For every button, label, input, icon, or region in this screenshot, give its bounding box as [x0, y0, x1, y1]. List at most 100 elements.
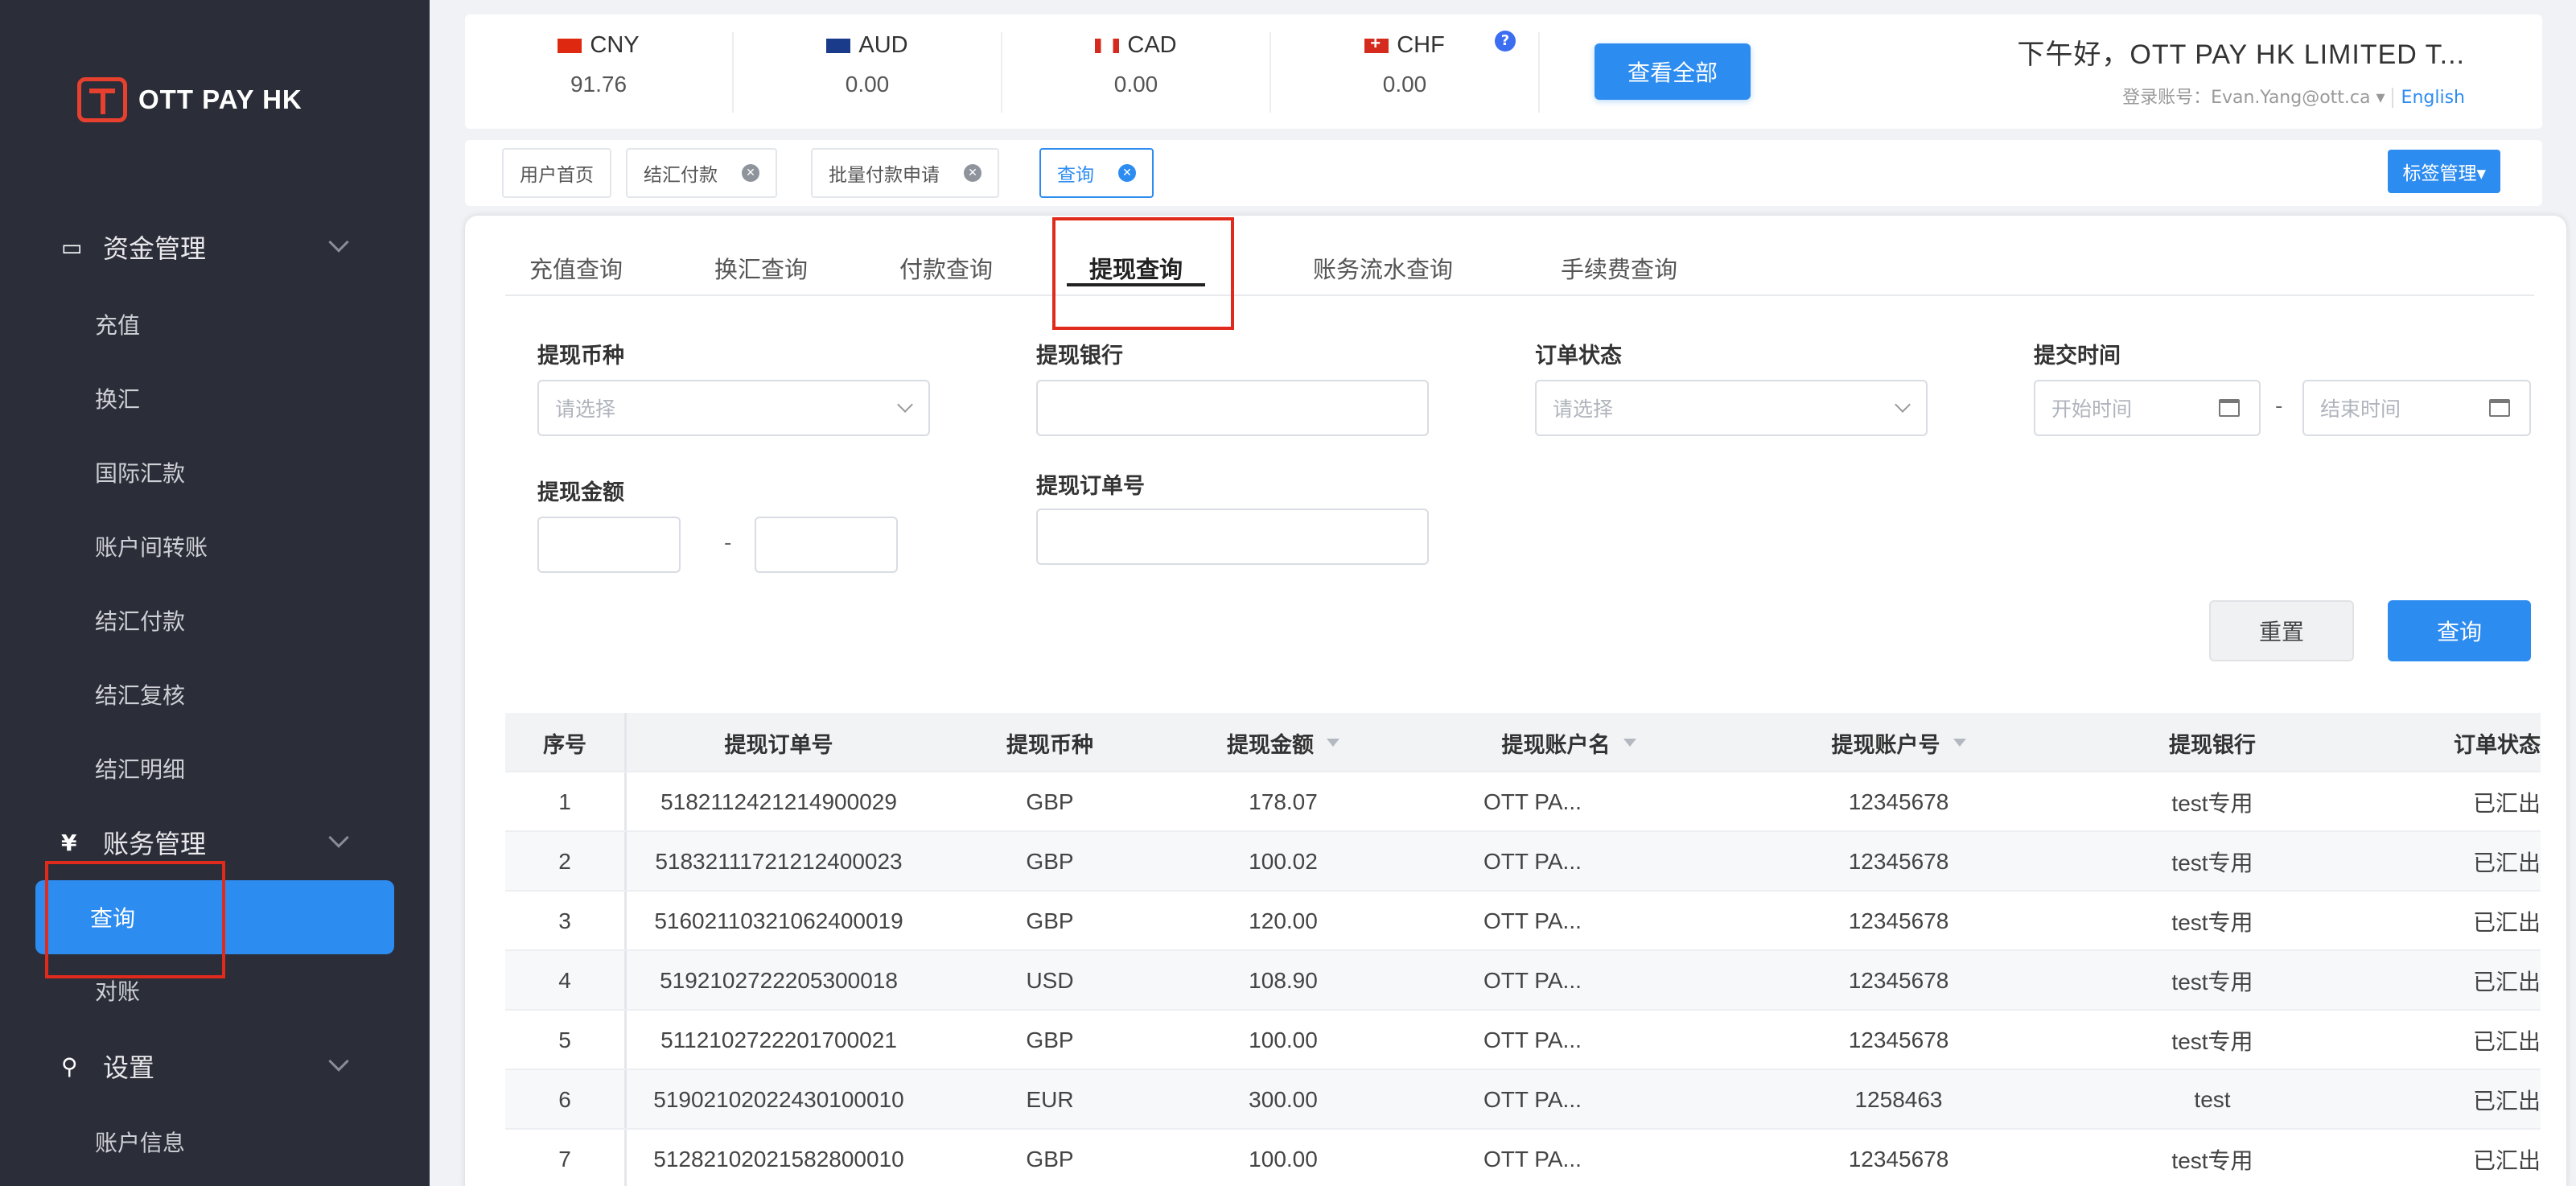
sidebar-item-settlement-payment[interactable]: 结汇付款: [0, 592, 430, 649]
amount-filter-label: 提现金额: [537, 480, 624, 505]
table-row[interactable]: 5 5112102722201700021 GBP 100.00 OTT PA... 12…: [505, 1011, 2541, 1070]
close-icon[interactable]: ✕: [742, 164, 759, 182]
tab-fee-query[interactable]: 手续费查询: [1561, 251, 1677, 285]
close-icon[interactable]: ✕: [964, 164, 981, 182]
cell-bank: test专用: [2171, 970, 2253, 995]
col-header-account-no[interactable]: 提现账户号: [1738, 713, 2060, 772]
amount-min-input[interactable]: [537, 517, 681, 573]
view-all-button[interactable]: 查看全部: [1595, 43, 1751, 100]
cell-status: 已汇出: [2472, 791, 2541, 816]
highlight-annotation: [1052, 217, 1234, 330]
nav-group-funds[interactable]: ▭ 资金管理: [0, 219, 430, 275]
sidebar-item-account-info[interactable]: 账户信息: [0, 1114, 430, 1170]
close-icon[interactable]: ✕: [1118, 164, 1136, 182]
submit-time-label: 提交时间: [2034, 344, 2121, 369]
cell-order-no: 5182112421214900029: [660, 789, 897, 814]
switzerland-flag-icon: [1364, 33, 1389, 54]
bank-input[interactable]: [1036, 380, 1429, 436]
cell-amount: 108.90: [1249, 968, 1318, 993]
filter-icon[interactable]: [1623, 739, 1636, 747]
tab-recharge-query[interactable]: 充值查询: [529, 251, 623, 285]
nav-group-settings[interactable]: ⚲ 设置: [0, 1038, 430, 1094]
cell-status: 已汇出: [2472, 1029, 2541, 1054]
table-row[interactable]: 7 51282102021582800010 GBP 100.00 OTT PA... 1…: [505, 1130, 2541, 1186]
cell-currency: USD: [1026, 968, 1074, 993]
col-header-amount[interactable]: 提现金额: [1167, 713, 1400, 772]
table-row[interactable]: 2 51832111721212400023 GBP 100.02 OTT PA... 1…: [505, 832, 2541, 892]
canada-flag-icon: [1095, 38, 1120, 53]
cell-account-name: OTT PA...: [1483, 789, 1582, 814]
cell-amount: 100.00: [1249, 1027, 1318, 1052]
account-label[interactable]: 登录账号：Evan.Yang@ott.ca: [2122, 88, 2370, 108]
sidebar-item-recharge[interactable]: 充值: [0, 296, 430, 352]
brand-name: OTT PAY HK: [138, 84, 302, 114]
table-row[interactable]: 4 5192102722205300018 USD 108.90 OTT PA... 12…: [505, 951, 2541, 1011]
cell-currency: EUR: [1026, 1087, 1074, 1112]
tag-query[interactable]: 查询 ✕: [1039, 148, 1154, 198]
query-tabs: 充值查询 换汇查询 付款查询 提现查询 账务流水查询 手续费查询: [505, 251, 2534, 296]
start-date-picker[interactable]: 开始时间: [2034, 380, 2261, 436]
col-header-label: 提现金额: [1227, 732, 1314, 758]
china-flag-icon: [558, 38, 582, 53]
query-button[interactable]: 查询: [2388, 600, 2531, 661]
table-row[interactable]: 3 51602110321062400019 GBP 120.00 OTT PA... 1…: [505, 892, 2541, 951]
cell-status: 已汇出: [2472, 1089, 2541, 1114]
cell-account-name: OTT PA...: [1483, 968, 1582, 993]
tag-home[interactable]: 用户首页: [502, 148, 611, 198]
cell-account-no: 12345678: [1848, 908, 1949, 933]
balance-cad: CAD 0.00: [1002, 32, 1271, 113]
dropdown-caret-icon[interactable]: ▾: [2376, 88, 2385, 108]
order-no-input[interactable]: [1036, 509, 1429, 565]
amount-max-input[interactable]: [755, 517, 898, 573]
table-row[interactable]: 6 51902102022430100010 EUR 300.00 OTT PA... 1…: [505, 1070, 2541, 1130]
cell-account-no: 12345678: [1848, 1147, 1949, 1172]
tab-payment-query[interactable]: 付款查询: [899, 251, 993, 285]
table-row[interactable]: 1 5182112421214900029 GBP 178.07 OTT PA... 12…: [505, 772, 2541, 832]
tab-ledger-query[interactable]: 账务流水查询: [1313, 251, 1453, 285]
currency-code: CHF: [1397, 32, 1445, 58]
brand-logo[interactable]: OTT PAY HK: [77, 77, 302, 122]
currency-amount: 0.00: [845, 72, 890, 97]
language-switch[interactable]: English: [2391, 88, 2465, 108]
calendar-icon: [2489, 399, 2510, 417]
tag-label: 批量付款申请: [829, 165, 940, 186]
cell-currency: GBP: [1026, 849, 1074, 874]
currency-select[interactable]: 请选择: [537, 380, 930, 436]
col-header-account-name[interactable]: 提现账户名: [1400, 713, 1738, 772]
sidebar-item-intl-remittance[interactable]: 国际汇款: [0, 444, 430, 500]
cell-account-name: OTT PA...: [1483, 849, 1582, 874]
tab-exchange-query[interactable]: 换汇查询: [714, 251, 808, 285]
range-separator: -: [2275, 394, 2283, 418]
col-header-status: 订单状态: [2454, 732, 2541, 758]
sidebar-item-settlement-review[interactable]: 结汇复核: [0, 666, 430, 723]
cell-amount: 100.00: [1249, 1147, 1318, 1172]
cell-index: 4: [558, 968, 571, 993]
cell-bank: test: [2194, 1087, 2231, 1112]
cell-account-no: 12345678: [1848, 849, 1949, 874]
sidebar-item-transfer[interactable]: 账户间转账: [0, 518, 430, 574]
sidebar-item-exchange[interactable]: 换汇: [0, 370, 430, 426]
end-date-picker[interactable]: 结束时间: [2302, 380, 2531, 436]
cell-account-name: OTT PA...: [1483, 1027, 1582, 1052]
cell-index: 2: [558, 849, 571, 874]
nav-group-label: 账务管理: [103, 829, 207, 859]
cell-amount: 120.00: [1249, 908, 1318, 933]
user-greeting: 下午好，OTT PAY HK LIMITED T... 登录账号：Evan.Ya…: [2017, 32, 2465, 109]
currency-amount: 0.00: [1382, 72, 1427, 97]
filter-icon[interactable]: [1327, 739, 1339, 747]
help-icon[interactable]: ?: [1495, 31, 1516, 51]
tag-settlement-payment[interactable]: 结汇付款 ✕: [626, 148, 777, 198]
currency-filter-label: 提现币种: [537, 344, 624, 369]
tag-manage-button[interactable]: 标签管理▾: [2388, 150, 2500, 193]
cell-index: 1: [558, 789, 571, 814]
table-header: 序号 提现订单号 提现币种 提现金额 提现账户名 提现账户号 提现银行 订单状态: [505, 713, 2541, 772]
status-select[interactable]: 请选择: [1535, 380, 1928, 436]
chevron-down-icon: [1895, 397, 1911, 413]
filter-icon[interactable]: [1953, 739, 1966, 747]
status-filter-label: 订单状态: [1535, 344, 1622, 369]
cell-account-no: 1258463: [1854, 1087, 1943, 1112]
nav-group-label: 设置: [103, 1052, 155, 1083]
tag-batch-payment[interactable]: 批量付款申请 ✕: [811, 148, 999, 198]
reset-button[interactable]: 重置: [2209, 600, 2354, 661]
sidebar-item-settlement-detail[interactable]: 结汇明细: [0, 740, 430, 797]
